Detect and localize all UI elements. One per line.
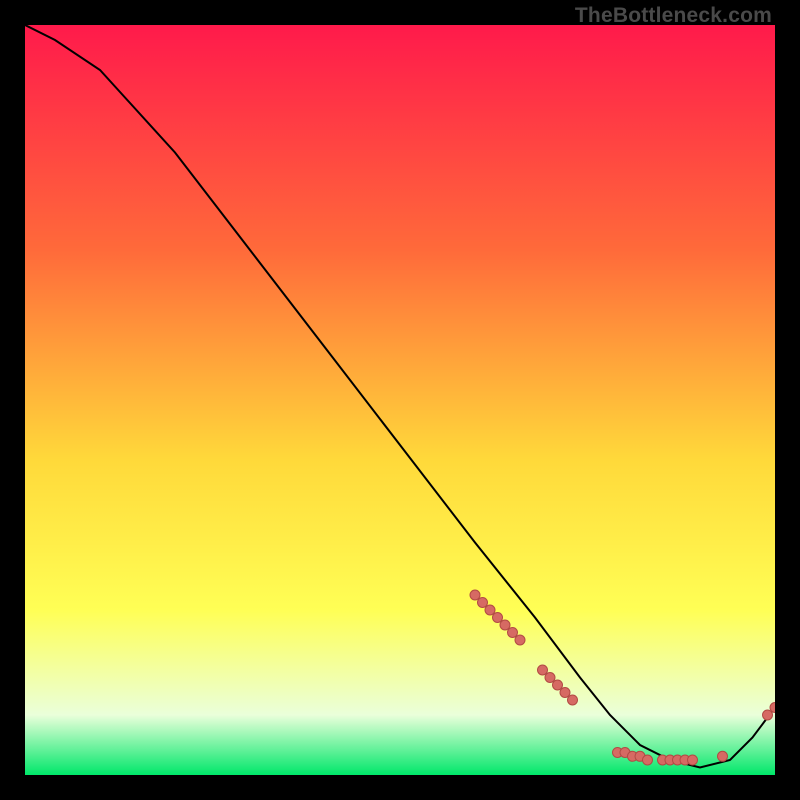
- data-point: [553, 680, 563, 690]
- data-point: [478, 598, 488, 608]
- data-point: [560, 688, 570, 698]
- data-point: [763, 710, 773, 720]
- bottleneck-chart: [25, 25, 775, 775]
- data-point: [500, 620, 510, 630]
- data-point: [545, 673, 555, 683]
- data-point: [470, 590, 480, 600]
- data-point: [485, 605, 495, 615]
- data-point: [568, 695, 578, 705]
- gradient-background: [25, 25, 775, 775]
- data-point: [538, 665, 548, 675]
- chart-frame: TheBottleneck.com: [0, 0, 800, 800]
- data-point: [508, 628, 518, 638]
- data-point: [493, 613, 503, 623]
- data-point: [718, 751, 728, 761]
- data-point: [643, 755, 653, 765]
- data-point: [515, 635, 525, 645]
- data-point: [688, 755, 698, 765]
